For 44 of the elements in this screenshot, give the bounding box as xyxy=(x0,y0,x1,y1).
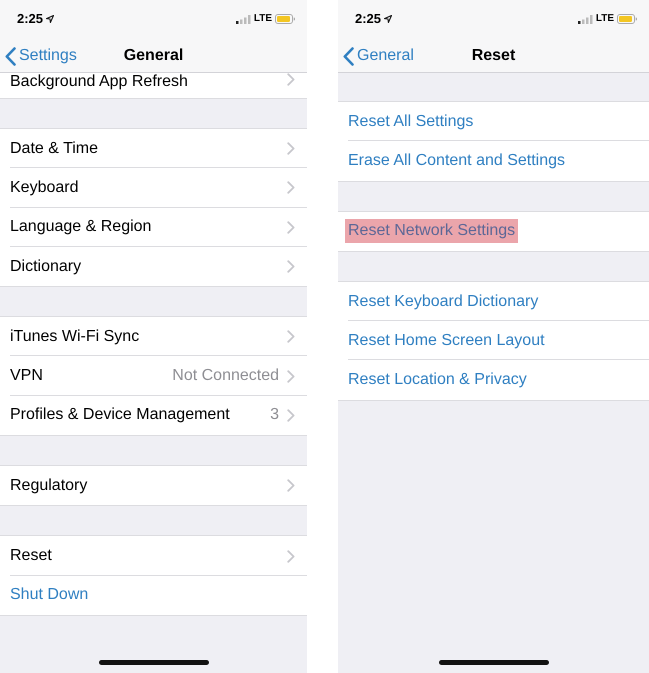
settings-row[interactable]: Regulatory xyxy=(0,466,307,506)
signal-icon xyxy=(236,14,251,24)
chevron-icon xyxy=(287,330,295,344)
chevron-icon xyxy=(287,408,295,422)
chevron-icon xyxy=(287,479,295,492)
settings-row[interactable]: Date & Time xyxy=(0,129,307,168)
settings-row[interactable]: Dictionary xyxy=(0,246,307,286)
back-chevron-icon xyxy=(5,46,16,66)
settings-row[interactable]: Reset xyxy=(0,536,307,576)
back-button[interactable]: Settings xyxy=(0,43,81,69)
chevron-icon xyxy=(287,220,295,234)
action-row[interactable]: Reset Home Screen Layout xyxy=(338,321,649,360)
settings-row[interactable]: VPN Not Connected xyxy=(0,356,307,396)
action-row[interactable]: Shut Down xyxy=(0,576,307,615)
action-row[interactable]: Reset All Settings xyxy=(338,102,649,142)
chevron-icon xyxy=(287,260,295,274)
battery-icon xyxy=(275,14,295,24)
location-arrow-icon xyxy=(46,14,54,22)
status-time: 2:25 xyxy=(355,11,382,26)
nav-title: General xyxy=(124,47,184,65)
network-type: LTE xyxy=(254,13,272,25)
location-arrow-icon xyxy=(384,14,392,22)
chevron-icon xyxy=(287,550,295,563)
action-row[interactable]: Erase All Content and Settings xyxy=(338,141,649,181)
settings-row[interactable]: Keyboard xyxy=(0,168,307,208)
back-button[interactable]: General xyxy=(338,43,418,69)
action-row[interactable]: Reset Location & Privacy xyxy=(338,360,649,400)
battery-icon xyxy=(617,14,637,24)
chevron-icon xyxy=(287,181,295,194)
nav-title: Reset xyxy=(472,47,516,65)
back-chevron-icon xyxy=(343,46,354,66)
status-time: 2:25 xyxy=(17,11,44,26)
settings-row[interactable]: iTunes Wi-Fi Sync xyxy=(0,317,307,356)
settings-row[interactable]: Background App Refresh xyxy=(0,73,307,98)
action-row[interactable]: Reset Keyboard Dictionary xyxy=(338,282,649,322)
signal-icon xyxy=(578,14,593,24)
network-type: LTE xyxy=(596,13,614,25)
chevron-icon xyxy=(287,142,295,156)
detail-value: Not Connected xyxy=(172,367,279,386)
chevron-icon xyxy=(287,370,295,383)
settings-row[interactable]: Profiles & Device Management 3 xyxy=(0,396,307,436)
settings-row[interactable]: Language & Region xyxy=(0,208,307,247)
highlight-mark: Reset Network Settings xyxy=(345,219,518,244)
detail-value: 3 xyxy=(270,406,279,424)
